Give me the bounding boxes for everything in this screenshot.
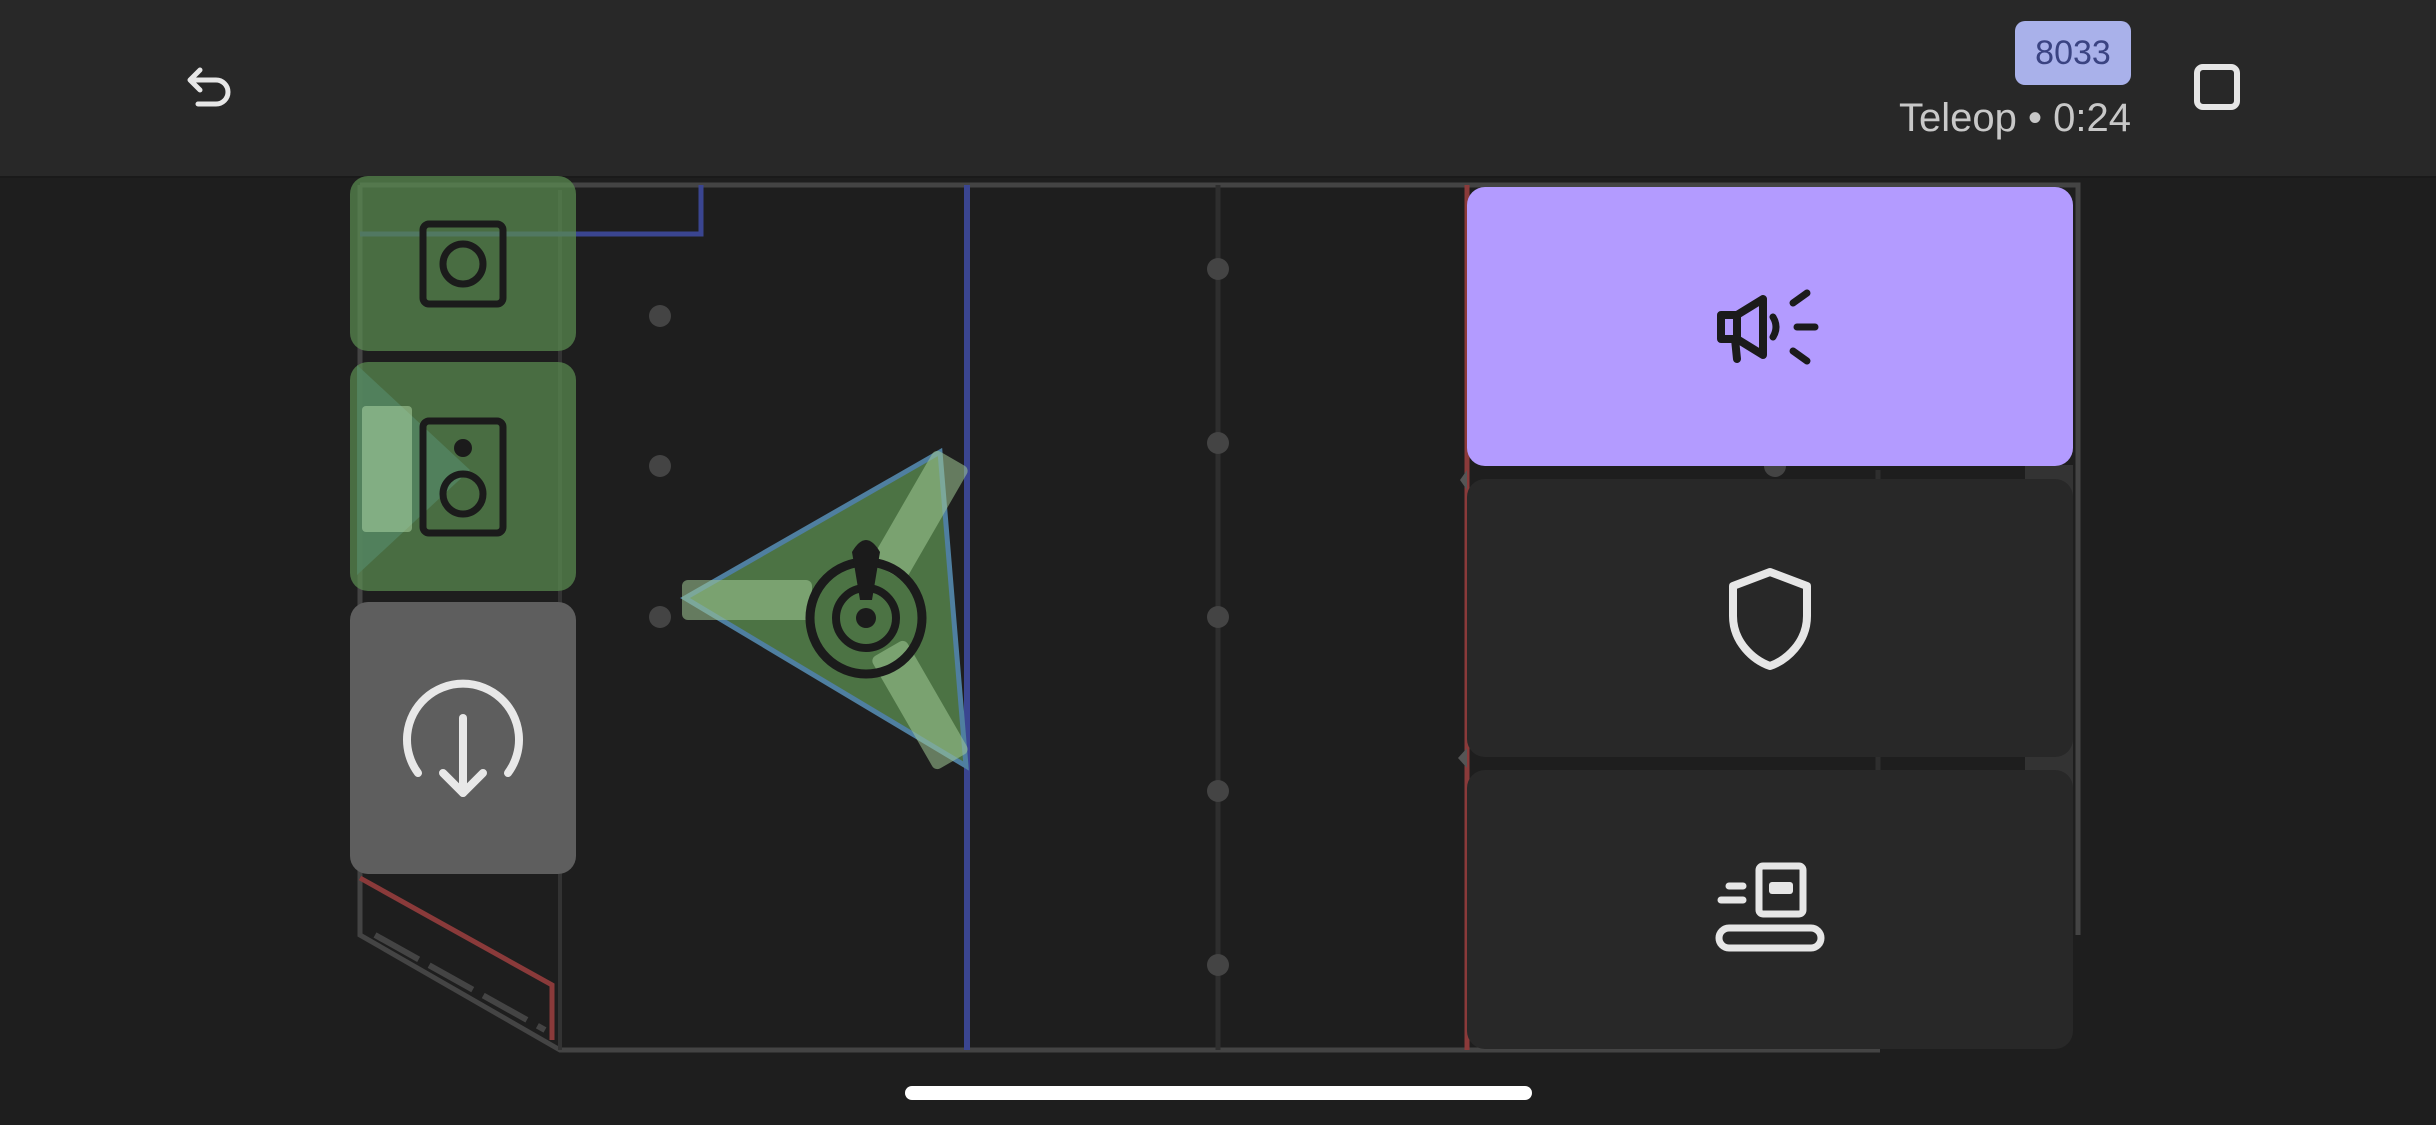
field-dot	[1207, 432, 1229, 454]
megaphone-icon	[1717, 289, 1819, 364]
center-marker[interactable]	[670, 440, 990, 800]
speaker-highlight	[362, 406, 412, 532]
speaker-tile-top[interactable]	[350, 176, 576, 351]
field-dot	[1207, 606, 1229, 628]
team-number-text: 8033	[2035, 33, 2111, 72]
field-dot	[1207, 258, 1229, 280]
speaker-double-icon	[419, 417, 507, 536]
undo-button[interactable]	[170, 56, 250, 120]
home-indicator[interactable]	[905, 1086, 1532, 1100]
stop-square-icon	[2194, 64, 2240, 110]
undo-arrow-icon	[187, 67, 231, 107]
defense-button[interactable]	[1467, 479, 2073, 757]
team-number-badge: 8033	[2015, 21, 2131, 85]
speaker-tile-middle[interactable]	[350, 362, 576, 591]
top-bar: 8033 Teleop • 0:24	[0, 0, 2436, 178]
download-circle-icon	[403, 679, 523, 797]
stop-button[interactable]	[2186, 56, 2248, 118]
download-tile[interactable]	[350, 602, 576, 874]
pass-button[interactable]	[1467, 770, 2073, 1049]
field-dot	[649, 606, 671, 628]
field-dot	[649, 455, 671, 477]
field-dot	[649, 305, 671, 327]
speaker-single-icon	[419, 220, 507, 307]
field-dot	[1207, 780, 1229, 802]
shield-icon	[1729, 568, 1811, 670]
desk-pass-icon	[1715, 862, 1825, 951]
field-dot	[1207, 954, 1229, 976]
match-status-text: Teleop • 0:24	[1899, 96, 2131, 140]
amplify-button[interactable]	[1467, 187, 2073, 466]
